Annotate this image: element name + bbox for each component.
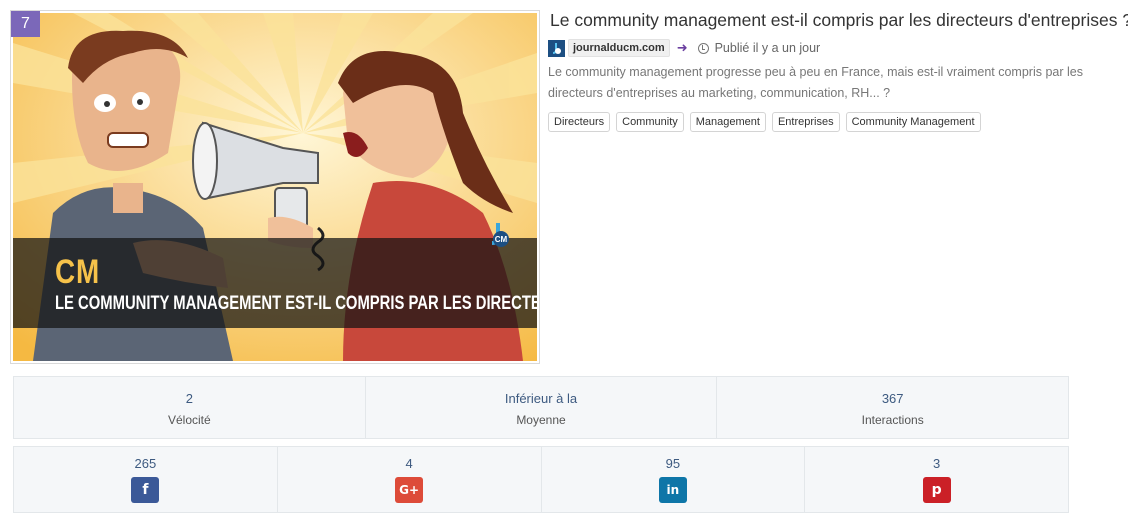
stat-interactions: 367 Interactions	[717, 377, 1068, 438]
facebook-icon[interactable]: f	[131, 477, 160, 503]
article-thumbnail[interactable]: CM LE COMMUNITY MANAGEMENT EST-IL COMPRI…	[10, 10, 540, 364]
share-count: 265	[134, 456, 157, 471]
article-description: Le community management progresse peu à …	[548, 65, 1083, 100]
tag-management[interactable]: Management	[689, 112, 766, 132]
article-meta: journalducm.com ➜ Publié il y a un jour	[548, 38, 820, 58]
thumbnail-cm-label: CM	[55, 253, 101, 291]
published-time: Publié il y a un jour	[714, 41, 821, 55]
tag-community[interactable]: Community	[616, 112, 684, 132]
tag-entreprises[interactable]: Entreprises	[771, 112, 840, 132]
source-name[interactable]: journalducm.com	[568, 39, 670, 57]
social-linkedin: 95 in	[542, 447, 806, 512]
social-facebook: 265 f	[14, 447, 278, 512]
social-pinterest: 3 p	[805, 447, 1068, 512]
pinterest-icon[interactable]: p	[922, 477, 951, 503]
social-row: 265 f 4 G+ 95 in 3 p	[13, 446, 1069, 513]
clock-icon	[697, 42, 709, 54]
stat-label: Interactions	[861, 413, 924, 427]
stat-value: Inférieur à la	[504, 391, 578, 406]
share-count: 95	[665, 456, 681, 471]
share-count: 4	[405, 456, 413, 471]
rank-badge: 7	[11, 11, 40, 37]
stat-velocity: 2 Vélocité	[14, 377, 366, 438]
stat-value: 2	[185, 391, 193, 406]
article-title[interactable]: Le community management est-il compris p…	[550, 10, 1128, 31]
stat-label: Vélocité	[167, 413, 211, 427]
google-plus-icon[interactable]: G+	[395, 477, 424, 503]
source-logo-icon	[548, 39, 565, 57]
tag-community-management[interactable]: Community Management	[845, 112, 981, 132]
social-google-plus: 4 G+	[278, 447, 542, 512]
journalducm-logo-icon: CM	[491, 223, 509, 247]
stat-average: Inférieur à la Moyenne	[366, 377, 718, 438]
stats-row: 2 Vélocité Inférieur à la Moyenne 367 In…	[13, 376, 1069, 439]
linkedin-icon[interactable]: in	[658, 477, 687, 503]
open-link-icon[interactable]: ➜	[677, 40, 688, 56]
stat-value: 367	[881, 391, 904, 406]
tag-list: Directeurs Community Management Entrepri…	[548, 112, 987, 132]
logo-text: CM	[495, 235, 508, 244]
thumbnail-headline: LE COMMUNITY MANAGEMENT EST-IL COMPRIS P…	[55, 293, 537, 314]
share-count: 3	[933, 456, 941, 471]
tag-directeurs[interactable]: Directeurs	[548, 112, 611, 132]
stat-label: Moyenne	[516, 413, 566, 427]
thumbnail-illustration: CM LE COMMUNITY MANAGEMENT EST-IL COMPRI…	[13, 13, 537, 361]
